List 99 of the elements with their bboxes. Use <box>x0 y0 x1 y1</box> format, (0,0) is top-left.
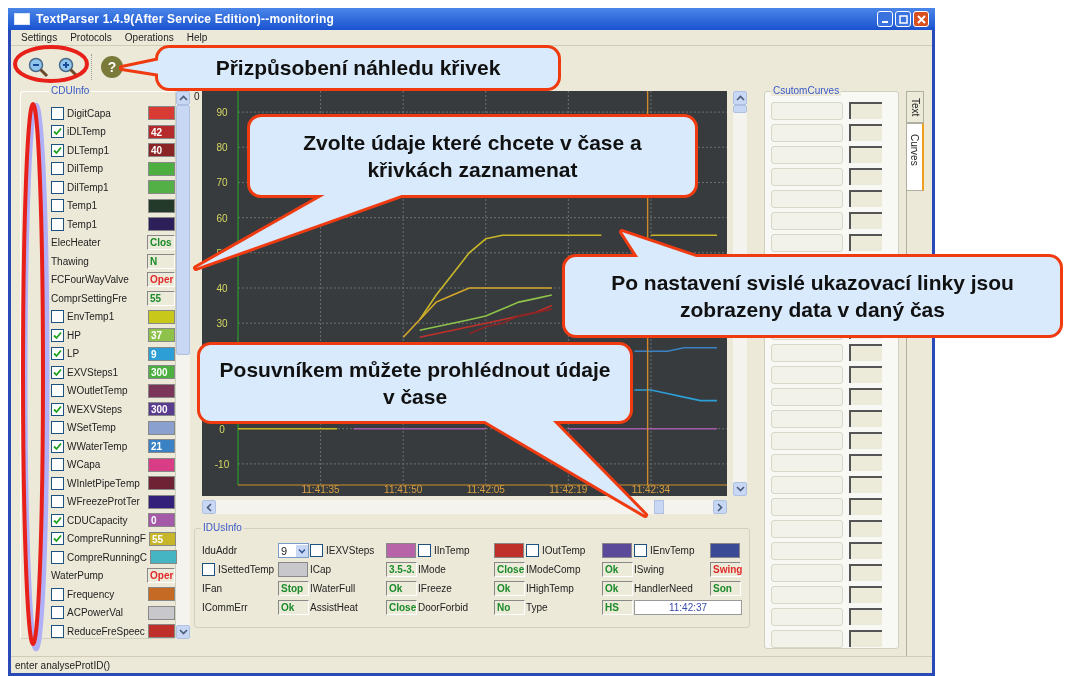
field-label: IWaterFull <box>310 582 357 596</box>
field-label: ISwing <box>634 563 665 577</box>
value-field: Stop <box>278 581 309 596</box>
axis-label: 0 <box>194 91 201 104</box>
color-swatch: 42 <box>148 124 175 139</box>
group-title: CsutomCurves <box>771 85 842 96</box>
value-field: Son <box>710 581 741 596</box>
item-label: DigitCapa <box>67 107 112 119</box>
callout-text: Zvolte údaje které chcete v čase a křivkách zaznamenat <box>302 129 643 183</box>
item-label: WWaterTemp <box>67 440 129 452</box>
item-label: DilTemp <box>67 163 105 175</box>
item-label: ComprSettingFre <box>51 292 129 304</box>
color-swatch: 40 <box>148 143 175 158</box>
value-field: 55 <box>147 290 175 306</box>
item-label: CompreRunningC <box>67 551 148 563</box>
field-label: ICommErr <box>202 601 249 615</box>
checkbox-label: IEnvTemp <box>650 545 695 556</box>
color-swatch: 0 <box>148 513 175 528</box>
item-label: ElecHeater <box>51 237 102 249</box>
value-field: Close <box>494 562 525 577</box>
item-label: Thawing <box>51 255 90 267</box>
field-label: DoorForbid <box>418 601 470 615</box>
checkbox-label: IEXVSteps <box>326 545 375 556</box>
field-label: Type <box>526 601 549 615</box>
x-tick-label: 11:41:50 <box>384 484 423 495</box>
item-label: DLTemp1 <box>67 144 111 156</box>
group-title: IDUsInfo <box>201 522 244 533</box>
callout-text: Přizpůsobení náhledu křivek <box>215 55 501 82</box>
item-label: WEXVSteps <box>67 403 124 415</box>
value-field: Swing <box>710 562 741 577</box>
x-tick-label: 11:42:19 <box>549 484 588 495</box>
item-label: DilTemp1 <box>67 181 110 193</box>
x-tick-label: 11:41:35 <box>301 484 340 495</box>
field-label: IMode <box>418 563 447 577</box>
item-label: LP <box>67 348 81 360</box>
field-label: ICap <box>310 563 333 577</box>
y-tick-label: 70 <box>216 177 228 189</box>
field-label: IFan <box>202 582 223 596</box>
item-label: WInletPipeTemp <box>67 477 141 489</box>
y-tick-label: 60 <box>216 212 228 224</box>
color-swatch: 37 <box>148 328 175 343</box>
y-tick-label: 90 <box>216 107 228 119</box>
value-field: Ok <box>602 581 633 596</box>
item-label: Temp1 <box>67 200 98 212</box>
field-label: IModeComp <box>526 563 582 577</box>
item-label: ReduceFreSpeec <box>67 625 145 637</box>
item-label: EnvTemp1 <box>67 311 116 323</box>
color-swatch: 9 <box>148 346 175 361</box>
value-field: Clos <box>147 235 175 251</box>
field-label: IFreeze <box>418 582 453 596</box>
item-label: HP <box>67 329 82 341</box>
y-tick-label: -10 <box>214 458 230 470</box>
field-label: IHighTemp <box>526 582 575 596</box>
y-tick-label: 0 <box>219 423 225 435</box>
item-label: WCapa <box>67 459 102 471</box>
item-label: FCFourWayValve <box>51 274 130 286</box>
item-label: WOutletTemp <box>67 385 129 397</box>
item-label: Temp1 <box>67 218 98 230</box>
value-field: N <box>147 253 175 269</box>
callout-text: Posuvníkem můžete prohlédnout údaje v čase <box>218 356 612 410</box>
window-title: TextParser 1.4.9(After Service Edition)--monitoring <box>36 12 336 26</box>
color-swatch: 300 <box>148 365 175 380</box>
value-field: Oper <box>147 272 175 288</box>
item-label: iDLTemp <box>67 126 107 138</box>
checkbox-label: ISettedTemp <box>218 564 275 575</box>
value-field: 3.5-3. <box>386 562 417 577</box>
field-label: IduAddr <box>202 544 239 558</box>
value-field: Oper <box>147 568 175 584</box>
status-text: enter analyseProtID() <box>15 659 111 671</box>
item-label: CompreRunningF <box>67 533 146 545</box>
y-tick-label: 80 <box>216 142 228 154</box>
callout-text: Po nastavení svislé ukazovací linky jsou zobrazeny data v daný čas <box>610 269 1015 323</box>
color-swatch: 55 <box>148 531 176 546</box>
item-label: CDUCapacity <box>67 514 129 526</box>
value-field: Ok <box>602 562 633 577</box>
checkbox-label: IInTemp <box>434 545 470 556</box>
value-field: Close <box>386 600 417 615</box>
value-field: Ok <box>494 581 525 596</box>
item-label: WFreezeProtTer <box>67 496 141 508</box>
x-tick-label: 11:42:05 <box>466 484 505 495</box>
item-label: WaterPump <box>51 570 105 582</box>
item-label: EXVSteps1 <box>67 366 120 378</box>
item-label: WSetTemp <box>67 422 117 434</box>
value-field: Ok <box>386 581 417 596</box>
field-label: HandlerNeed <box>634 582 694 596</box>
value-field: No <box>494 600 525 615</box>
color-swatch: 21 <box>148 439 175 454</box>
y-tick-label: 30 <box>216 318 228 330</box>
value-field: HS <box>602 600 633 615</box>
color-swatch: 300 <box>148 402 175 417</box>
value-field: Ok <box>278 600 309 615</box>
field-label: AssistHeat <box>310 601 359 615</box>
x-tick-label: 11:42:34 <box>631 484 670 495</box>
item-label: ACPowerVal <box>67 607 124 619</box>
group-title: CDUInfo <box>49 85 92 96</box>
item-label: Frequency <box>67 588 116 600</box>
y-tick-label: 40 <box>216 283 228 294</box>
time-field: 11:42:37 <box>634 600 742 615</box>
checkbox-label: IOutTemp <box>542 545 586 556</box>
